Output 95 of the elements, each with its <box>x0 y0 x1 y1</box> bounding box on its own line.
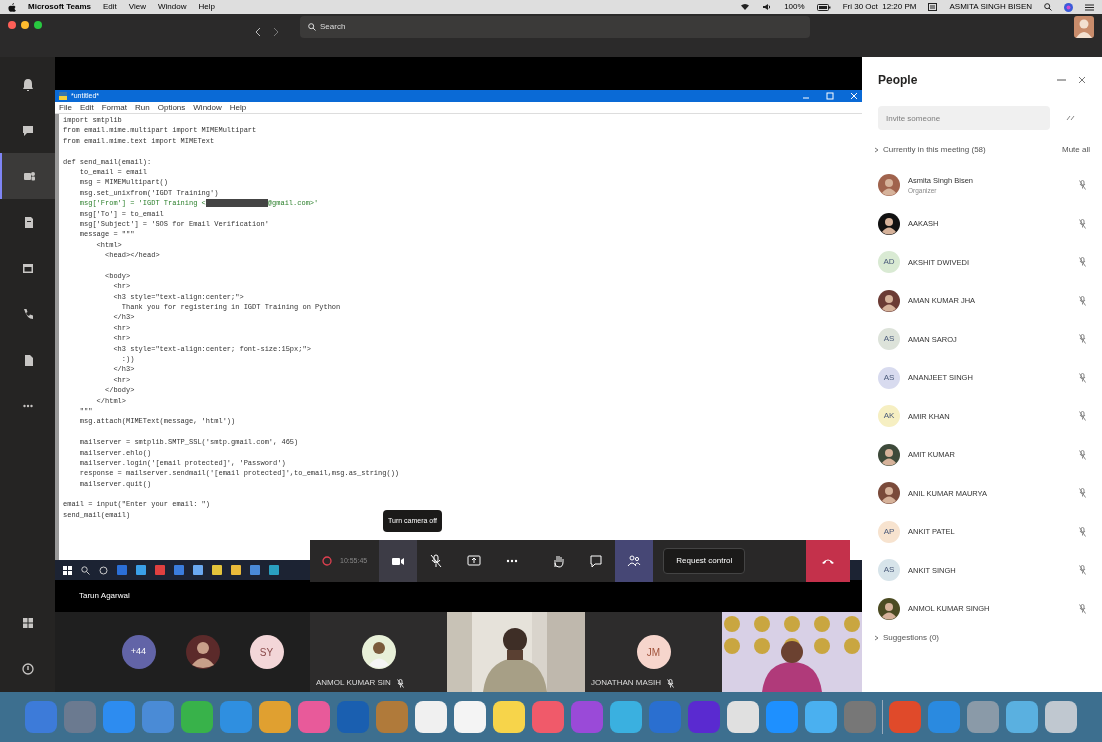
app-icon[interactable] <box>726 700 760 734</box>
mic-off-icon <box>1079 565 1086 576</box>
menu-item[interactable]: Help <box>229 102 247 113</box>
rail-item[interactable] <box>0 153 55 199</box>
mic-off-icon <box>1079 449 1086 460</box>
close-icon[interactable] <box>1078 75 1086 84</box>
invite-field[interactable]: Invite someone <box>878 106 1050 130</box>
avatar: AK <box>878 405 900 428</box>
search-icon[interactable] <box>81 565 90 575</box>
user-name[interactable]: ASMITA SINGH BISEN <box>949 1 1032 13</box>
mic-off-icon <box>1079 411 1086 422</box>
record-icon <box>322 556 332 566</box>
mic-off-icon <box>1079 372 1086 383</box>
menu-item[interactable]: Edit <box>79 102 94 113</box>
overflow-count[interactable]: +44 <box>121 635 156 669</box>
help-icon <box>20 662 35 676</box>
mic-off-icon <box>396 678 404 688</box>
volume-icon[interactable] <box>762 3 773 11</box>
grid-icon <box>20 616 35 630</box>
menu-item[interactable]: Window <box>158 1 187 13</box>
chevron-icon[interactable] <box>874 635 879 641</box>
avatar: JM <box>636 635 671 669</box>
menu-item[interactable]: Run <box>135 102 150 113</box>
phone-icon <box>821 557 835 565</box>
mic-off-icon <box>1079 526 1086 537</box>
wifi-icon[interactable] <box>740 3 751 11</box>
mic-off-icon <box>1079 603 1086 614</box>
apple-icon[interactable] <box>8 2 16 12</box>
siri-icon[interactable] <box>1064 2 1073 12</box>
people-icon <box>21 169 36 183</box>
avatar: AP <box>878 520 900 543</box>
mic-off-icon <box>1079 180 1086 191</box>
mic-off-icon <box>667 678 675 688</box>
search-icon[interactable] <box>1044 3 1052 11</box>
mic-off-icon <box>429 554 444 568</box>
menu-item[interactable]: Format <box>101 102 128 113</box>
avatar: AD <box>878 251 900 274</box>
share-icon <box>467 554 482 568</box>
windows-icon[interactable] <box>63 565 72 575</box>
list-icon[interactable] <box>928 3 938 11</box>
app-icon[interactable] <box>414 700 448 734</box>
app-menu[interactable]: Microsoft Teams <box>28 1 91 13</box>
app-icon[interactable] <box>258 700 292 734</box>
battery-percent: 100% <box>784 1 805 13</box>
avatar: AS <box>878 328 900 351</box>
mic-off-icon <box>1079 488 1086 499</box>
menu-icon[interactable] <box>1085 3 1094 11</box>
avatar: AS <box>878 366 900 389</box>
redaction-bar <box>205 199 268 208</box>
app-icon[interactable] <box>453 700 487 734</box>
maximize-icon[interactable] <box>826 92 834 100</box>
bell-icon <box>20 77 35 91</box>
app-icon[interactable] <box>1044 700 1078 734</box>
participant-name: JONATHAN MASIH <box>591 677 662 689</box>
calendar-icon <box>20 261 35 275</box>
task-view-icon[interactable] <box>99 565 108 575</box>
menu-item[interactable]: Help <box>198 1 215 13</box>
avatar-icon[interactable] <box>185 635 220 669</box>
app-icon[interactable] <box>180 700 214 734</box>
presenter-name: Tarun Agarwal <box>79 590 130 602</box>
chevron-icon[interactable] <box>874 147 879 153</box>
avatar: AS <box>878 559 900 582</box>
app-icon[interactable] <box>1005 700 1039 734</box>
avatar-icon[interactable] <box>1074 16 1094 38</box>
people-icon <box>627 554 642 568</box>
app-icon[interactable] <box>609 700 643 734</box>
request-control-button[interactable]: Request control <box>663 548 746 574</box>
section-header[interactable]: Suggestions (0) <box>883 632 940 644</box>
menu-item[interactable]: View <box>128 1 146 13</box>
menu-item[interactable]: File <box>59 102 72 113</box>
panel-title: People <box>878 71 918 89</box>
camera-button[interactable] <box>379 540 418 582</box>
participant-name: ANMOL KUMAR SIN <box>316 677 391 689</box>
mic-off-icon <box>1079 295 1086 306</box>
battery-icon[interactable] <box>816 3 831 11</box>
mic-off-icon <box>1079 257 1086 268</box>
hand-icon <box>551 554 566 568</box>
mic-off-icon <box>1079 218 1086 229</box>
mic-off-icon <box>1079 334 1086 345</box>
menu-item[interactable]: Edit <box>103 1 117 13</box>
menu-item[interactable]: Window <box>193 102 222 113</box>
clock-text[interactable]: Fri 30 Oct 12:20 PM <box>842 1 917 13</box>
forward-icon[interactable] <box>273 27 279 37</box>
search-field[interactable]: Search <box>300 16 810 38</box>
menu-item[interactable]: Options <box>157 102 186 113</box>
chat-icon <box>589 554 604 568</box>
mute-all-link[interactable]: Mute all <box>1062 144 1090 156</box>
back-icon[interactable] <box>255 27 261 37</box>
chat-icon <box>20 123 35 137</box>
app-icon[interactable] <box>804 700 838 734</box>
app-icon[interactable] <box>492 700 526 734</box>
avatar[interactable]: SY <box>249 635 284 669</box>
search-icon <box>308 23 316 31</box>
people-button[interactable] <box>615 540 654 582</box>
section-header[interactable]: Currently in this meeting (58) <box>883 144 986 156</box>
